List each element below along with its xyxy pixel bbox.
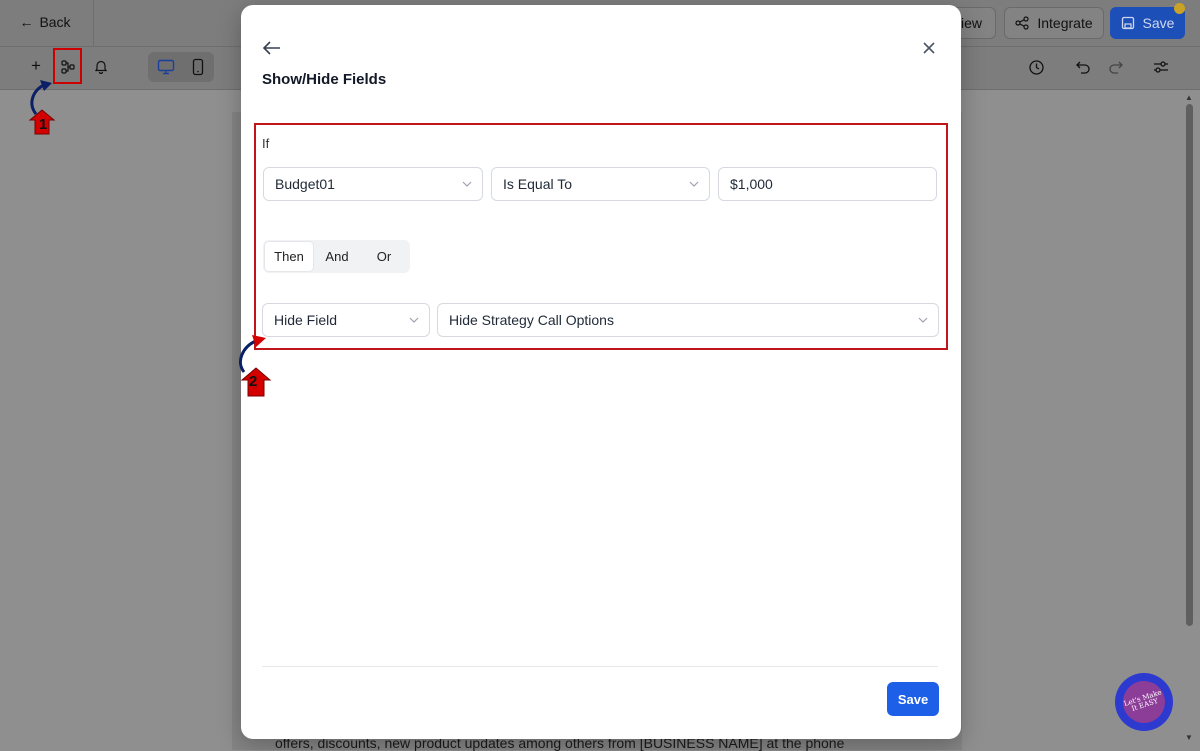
- share-icon: [1015, 16, 1029, 30]
- undo-icon[interactable]: [1073, 57, 1093, 77]
- chevron-down-icon: [918, 317, 928, 323]
- action-value: Hide Field: [274, 312, 338, 328]
- arrow-left-icon: ←: [19, 14, 34, 30]
- logic-or-label: Or: [376, 249, 392, 264]
- condition-operator-value: Is Equal To: [503, 176, 573, 192]
- modal-save-label: Save: [897, 691, 929, 707]
- back-label: Back: [39, 14, 71, 30]
- logic-then-button[interactable]: Then: [265, 242, 313, 271]
- scroll-up-icon[interactable]: ▲: [1184, 93, 1194, 102]
- mobile-icon[interactable]: [190, 57, 206, 77]
- chevron-down-icon: [689, 181, 699, 187]
- watermark-badge: Let's Make It EASY: [1115, 673, 1173, 731]
- logic-then-label: Then: [274, 249, 304, 264]
- watermark-text: Let's Make It EASY: [1117, 675, 1171, 729]
- notification-dot: [1174, 3, 1185, 14]
- history-icon[interactable]: [1026, 57, 1046, 77]
- back-button[interactable]: ← Back: [8, 6, 82, 38]
- logic-and-label: And: [325, 249, 349, 264]
- integrate-label: Integrate: [1037, 15, 1093, 31]
- footer-divider: [262, 666, 938, 667]
- modal-title: Show/Hide Fields: [262, 71, 387, 88]
- integrate-button[interactable]: Integrate: [1004, 7, 1104, 39]
- logic-and-button[interactable]: And: [314, 242, 360, 271]
- condition-field-value: Budget01: [275, 176, 335, 192]
- chevron-down-icon: [409, 317, 419, 323]
- settings-sliders-icon[interactable]: [1151, 57, 1171, 77]
- arrow-left-icon[interactable]: [261, 38, 283, 58]
- scrollbar-thumb[interactable]: [1186, 104, 1193, 626]
- condition-value-input[interactable]: $1,000: [718, 167, 937, 201]
- step-number-2: 2: [249, 373, 258, 390]
- redo-icon[interactable]: [1106, 57, 1126, 77]
- bell-icon[interactable]: [93, 58, 109, 74]
- action-select[interactable]: Hide Field: [262, 303, 430, 337]
- close-icon[interactable]: [920, 39, 938, 57]
- scroll-down-icon[interactable]: ▼: [1184, 733, 1194, 742]
- target-field-value: Hide Strategy Call Options: [449, 312, 614, 328]
- condition-field-select[interactable]: Budget01: [263, 167, 483, 201]
- floppy-disk-icon: [1121, 16, 1134, 30]
- toolbar-divider: [93, 0, 94, 46]
- show-hide-fields-modal: Show/Hide Fields If Budget01 Is Equal To…: [241, 5, 961, 739]
- header-save-label: Save: [1142, 15, 1175, 31]
- step-number-1: 1: [39, 116, 48, 133]
- logic-or-button[interactable]: Or: [361, 242, 407, 271]
- if-label: If: [262, 136, 270, 151]
- target-field-select[interactable]: Hide Strategy Call Options: [437, 303, 939, 337]
- desktop-icon[interactable]: [156, 57, 176, 77]
- modal-save-button[interactable]: Save: [887, 682, 939, 716]
- condition-value: $1,000: [730, 176, 773, 192]
- plus-icon[interactable]: +: [28, 56, 44, 75]
- header-save-button[interactable]: Save: [1110, 7, 1185, 39]
- chevron-down-icon: [462, 181, 472, 187]
- condition-operator-select[interactable]: Is Equal To: [491, 167, 710, 201]
